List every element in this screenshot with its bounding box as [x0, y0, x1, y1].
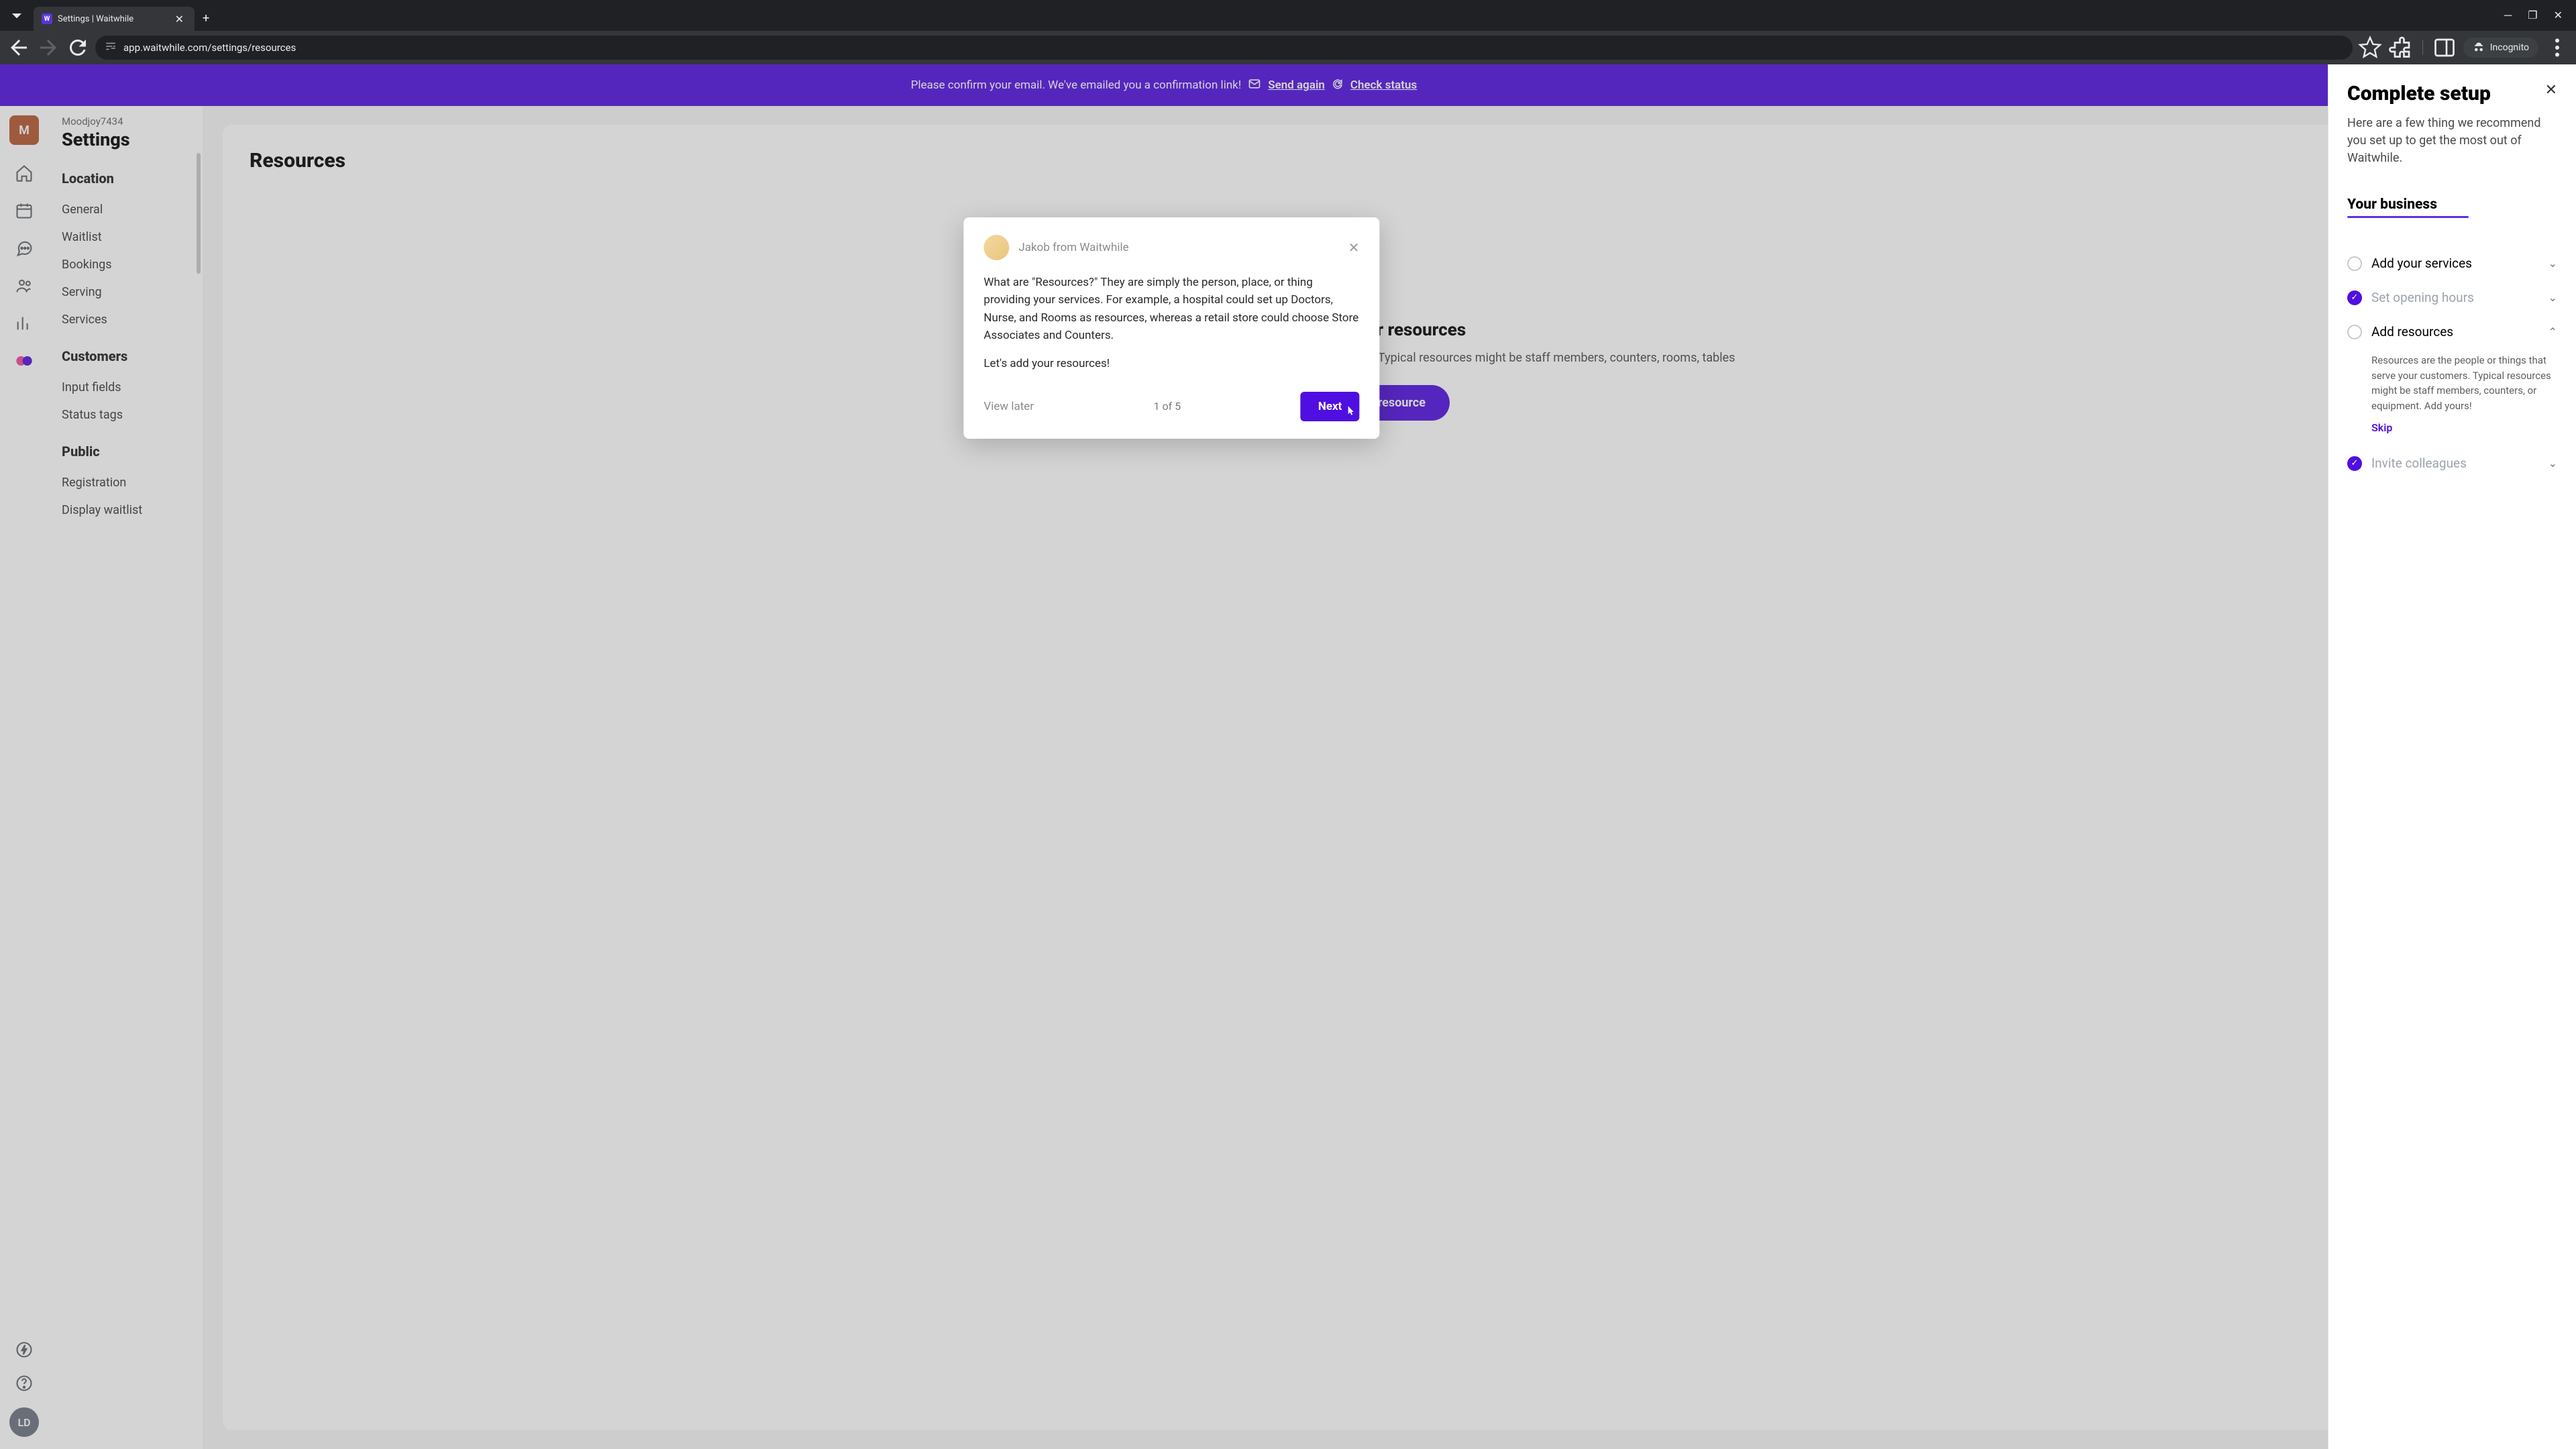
chevron-up-icon: ⌃ [2548, 325, 2557, 338]
next-button[interactable]: Next [1301, 392, 1360, 421]
window-controls: ─ ❐ ✕ [2504, 9, 2571, 22]
chevron-down-icon: ⌄ [2548, 457, 2557, 470]
extensions-icon[interactable] [2389, 36, 2413, 60]
next-button-label: Next [1318, 400, 1342, 413]
browser-toolbar: app.waitwhile.com/settings/resources Inc… [0, 31, 2576, 64]
modal-close-icon[interactable]: ✕ [1348, 239, 1360, 256]
back-button[interactable] [7, 36, 31, 60]
tab-close-icon[interactable]: ✕ [172, 10, 186, 28]
author-avatar [983, 235, 1009, 260]
chevron-down-icon: ⌄ [2548, 291, 2557, 304]
setup-checklist: Add your services ⌄ ✓ Set opening hours … [2347, 246, 2557, 480]
minimize-icon[interactable]: ─ [2504, 9, 2512, 22]
maximize-icon[interactable]: ❐ [2528, 9, 2537, 22]
tab-search-dropdown[interactable] [5, 4, 28, 27]
url-bar[interactable]: app.waitwhile.com/settings/resources [95, 36, 2353, 60]
check-circle-icon [2347, 325, 2362, 339]
browser-tab[interactable]: W Settings | Waitwhile ✕ [34, 7, 195, 31]
cursor-icon [1344, 405, 1355, 419]
toolbar-divider [2422, 40, 2423, 55]
panel-subtitle: Here are a few thing we recommend you se… [2347, 115, 2557, 167]
step-indicator: 1 of 5 [1154, 400, 1181, 413]
browser-chrome: W Settings | Waitwhile ✕ + ─ ❐ ✕ app.wai… [0, 0, 2576, 64]
panel-title: Complete setup [2347, 82, 2491, 105]
skip-link[interactable]: Skip [2347, 421, 2557, 434]
view-later-link[interactable]: View later [983, 400, 1034, 413]
check-circle-icon [2347, 256, 2362, 271]
menu-icon[interactable] [2545, 36, 2569, 60]
modal-author: Jakob from Waitwhile [1018, 241, 1128, 254]
checklist-label: Add your services [2371, 256, 2539, 271]
onboarding-modal: Jakob from Waitwhile ✕ What are "Resourc… [963, 217, 1379, 439]
checklist-detail: Resources are the people or things that … [2347, 349, 2557, 419]
incognito-label: Incognito [2490, 42, 2529, 53]
checklist-item-invite[interactable]: ✓ Invite colleagues ⌄ [2347, 446, 2557, 480]
checklist-item-resources[interactable]: Add resources ⌃ [2347, 315, 2557, 349]
app-viewport: Please confirm your email. We've emailed… [0, 64, 2576, 1449]
favicon: W [42, 13, 52, 24]
panel-section-your-business: Your business [2347, 197, 2437, 213]
incognito-badge[interactable]: Incognito [2463, 38, 2538, 58]
sidepanel-icon[interactable] [2432, 36, 2457, 60]
checklist-item-services[interactable]: Add your services ⌄ [2347, 246, 2557, 280]
reload-button[interactable] [66, 36, 90, 60]
panel-close-icon[interactable]: ✕ [2545, 82, 2557, 99]
checklist-label: Add resources [2371, 324, 2539, 339]
url-text: app.waitwhile.com/settings/resources [123, 42, 296, 54]
checklist-label: Set opening hours [2371, 290, 2539, 305]
check-circle-done-icon: ✓ [2347, 290, 2362, 305]
close-window-icon[interactable]: ✕ [2554, 9, 2563, 22]
tab-title: Settings | Waitwhile [58, 14, 172, 24]
check-circle-done-icon: ✓ [2347, 456, 2362, 471]
checklist-label: Invite colleagues [2371, 455, 2539, 471]
site-settings-icon[interactable] [105, 40, 117, 55]
modal-body-2: Let's add your resources! [983, 355, 1359, 372]
tab-bar: W Settings | Waitwhile ✕ + ─ ❐ ✕ [0, 0, 2576, 31]
chevron-down-icon: ⌄ [2548, 257, 2557, 270]
forward-button[interactable] [36, 36, 60, 60]
bookmark-icon[interactable] [2358, 36, 2382, 60]
modal-body-1: What are "Resources?" They are simply th… [983, 274, 1359, 344]
checklist-item-opening-hours[interactable]: ✓ Set opening hours ⌄ [2347, 280, 2557, 315]
new-tab-button[interactable]: + [195, 6, 217, 31]
complete-setup-panel: Complete setup ✕ Here are a few thing we… [2328, 64, 2576, 1449]
